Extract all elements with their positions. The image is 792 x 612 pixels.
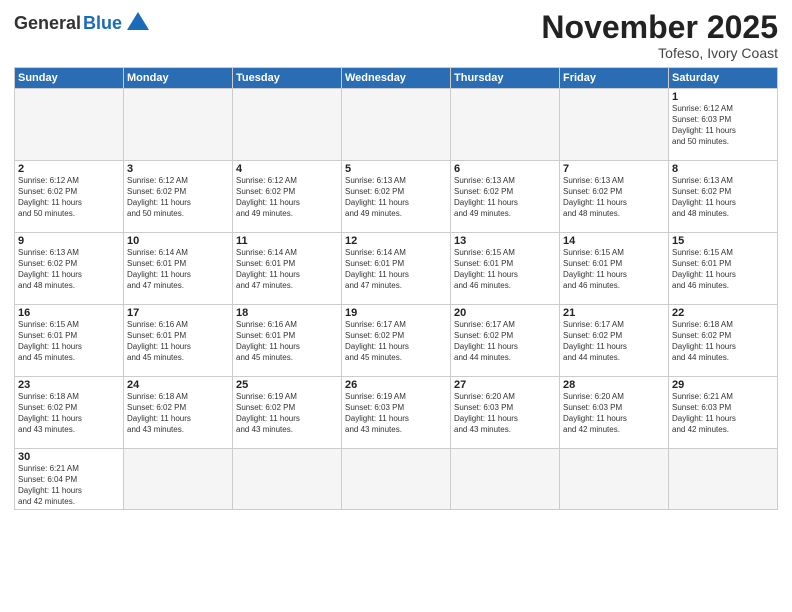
day-25: 25 Sunrise: 6:19 AMSunset: 6:02 PMDaylig… [233,377,342,449]
empty-cell [15,89,124,161]
empty-cell [233,89,342,161]
logo-blue-text: Blue [83,13,122,34]
day-26: 26 Sunrise: 6:19 AMSunset: 6:03 PMDaylig… [342,377,451,449]
empty-cell [451,449,560,510]
day-28: 28 Sunrise: 6:20 AMSunset: 6:03 PMDaylig… [560,377,669,449]
day-8: 8 Sunrise: 6:13 AMSunset: 6:02 PMDayligh… [669,161,778,233]
calendar-table: Sunday Monday Tuesday Wednesday Thursday… [14,67,778,510]
empty-cell [669,449,778,510]
day-20: 20 Sunrise: 6:17 AMSunset: 6:02 PMDaylig… [451,305,560,377]
day-9: 9 Sunrise: 6:13 AMSunset: 6:02 PMDayligh… [15,233,124,305]
day-4: 4 Sunrise: 6:12 AMSunset: 6:02 PMDayligh… [233,161,342,233]
empty-cell [233,449,342,510]
day-10: 10 Sunrise: 6:14 AMSunset: 6:01 PMDaylig… [124,233,233,305]
day-14: 14 Sunrise: 6:15 AMSunset: 6:01 PMDaylig… [560,233,669,305]
empty-cell [342,449,451,510]
day-16: 16 Sunrise: 6:15 AMSunset: 6:01 PMDaylig… [15,305,124,377]
calendar-row-1: 1 Sunrise: 6:12 AMSunset: 6:03 PMDayligh… [15,89,778,161]
logo-area: General Blue [14,10,149,37]
day-27: 27 Sunrise: 6:20 AMSunset: 6:03 PMDaylig… [451,377,560,449]
calendar-row-6: 30 Sunrise: 6:21 AMSunset: 6:04 PMDaylig… [15,449,778,510]
logo: General Blue [14,10,149,37]
header: General Blue November 2025 Tofeso, Ivory… [14,10,778,61]
col-monday: Monday [124,68,233,89]
page: General Blue November 2025 Tofeso, Ivory… [0,0,792,612]
day-6: 6 Sunrise: 6:13 AMSunset: 6:02 PMDayligh… [451,161,560,233]
day-30: 30 Sunrise: 6:21 AMSunset: 6:04 PMDaylig… [15,449,124,510]
col-saturday: Saturday [669,68,778,89]
col-thursday: Thursday [451,68,560,89]
day-19: 19 Sunrise: 6:17 AMSunset: 6:02 PMDaylig… [342,305,451,377]
title-area: November 2025 Tofeso, Ivory Coast [541,10,778,61]
month-title: November 2025 [541,10,778,45]
day-2: 2 Sunrise: 6:12 AMSunset: 6:02 PMDayligh… [15,161,124,233]
col-wednesday: Wednesday [342,68,451,89]
logo-general-text: General [14,13,81,34]
day-24: 24 Sunrise: 6:18 AMSunset: 6:02 PMDaylig… [124,377,233,449]
col-tuesday: Tuesday [233,68,342,89]
empty-cell [451,89,560,161]
day-15: 15 Sunrise: 6:15 AMSunset: 6:01 PMDaylig… [669,233,778,305]
empty-cell [560,449,669,510]
day-11: 11 Sunrise: 6:14 AMSunset: 6:01 PMDaylig… [233,233,342,305]
subtitle: Tofeso, Ivory Coast [541,45,778,61]
day-1: 1 Sunrise: 6:12 AMSunset: 6:03 PMDayligh… [669,89,778,161]
day-5: 5 Sunrise: 6:13 AMSunset: 6:02 PMDayligh… [342,161,451,233]
day-12: 12 Sunrise: 6:14 AMSunset: 6:01 PMDaylig… [342,233,451,305]
day-3: 3 Sunrise: 6:12 AMSunset: 6:02 PMDayligh… [124,161,233,233]
day-23: 23 Sunrise: 6:18 AMSunset: 6:02 PMDaylig… [15,377,124,449]
col-sunday: Sunday [15,68,124,89]
day-7: 7 Sunrise: 6:13 AMSunset: 6:02 PMDayligh… [560,161,669,233]
empty-cell [560,89,669,161]
day-17: 17 Sunrise: 6:16 AMSunset: 6:01 PMDaylig… [124,305,233,377]
logo-icon [127,10,149,32]
day-29: 29 Sunrise: 6:21 AMSunset: 6:03 PMDaylig… [669,377,778,449]
day-18: 18 Sunrise: 6:16 AMSunset: 6:01 PMDaylig… [233,305,342,377]
col-friday: Friday [560,68,669,89]
day-21: 21 Sunrise: 6:17 AMSunset: 6:02 PMDaylig… [560,305,669,377]
day-13: 13 Sunrise: 6:15 AMSunset: 6:01 PMDaylig… [451,233,560,305]
calendar-header-row: Sunday Monday Tuesday Wednesday Thursday… [15,68,778,89]
day-22: 22 Sunrise: 6:18 AMSunset: 6:02 PMDaylig… [669,305,778,377]
empty-cell [342,89,451,161]
empty-cell [124,449,233,510]
calendar-row-4: 16 Sunrise: 6:15 AMSunset: 6:01 PMDaylig… [15,305,778,377]
calendar-row-5: 23 Sunrise: 6:18 AMSunset: 6:02 PMDaylig… [15,377,778,449]
empty-cell [124,89,233,161]
calendar-row-2: 2 Sunrise: 6:12 AMSunset: 6:02 PMDayligh… [15,161,778,233]
calendar-row-3: 9 Sunrise: 6:13 AMSunset: 6:02 PMDayligh… [15,233,778,305]
